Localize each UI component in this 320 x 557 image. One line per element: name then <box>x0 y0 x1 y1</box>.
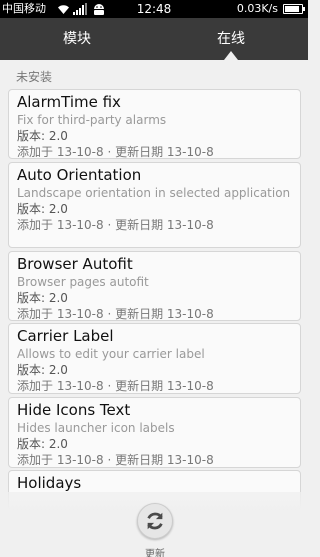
module-dates: 添加于 13-10-8 · 更新日期 13-10-8 <box>17 453 214 467</box>
tab-bar: 模块 在线 <box>0 18 308 60</box>
battery-icon <box>283 4 305 14</box>
refresh-button[interactable] <box>137 503 173 539</box>
module-version: 版本: 2.0 <box>17 363 68 377</box>
module-title: AlarmTime fix <box>17 93 121 111</box>
selected-tab-indicator-icon <box>224 51 238 60</box>
module-description: Browser pages autofit <box>17 275 149 289</box>
module-card[interactable]: Browser Autofit Browser pages autofit 版本… <box>8 251 301 321</box>
module-title: Auto Orientation <box>17 166 142 184</box>
module-card[interactable]: Carrier Label Allows to edit your carrie… <box>8 323 301 394</box>
module-description: Fix for third-party alarms <box>17 113 167 127</box>
network-speed: 0.03K/s <box>236 2 278 15</box>
module-title: Browser Autofit <box>17 255 133 273</box>
module-description: Allows to edit your carrier label <box>17 347 205 361</box>
module-card[interactable]: Auto Orientation Landscape orientation i… <box>8 162 301 248</box>
module-dates: 添加于 13-10-8 · 更新日期 13-10-8 <box>17 379 214 393</box>
module-dates: 添加于 13-10-8 · 更新日期 13-10-8 <box>17 218 214 232</box>
module-dates: 添加于 13-10-8 · 更新日期 13-10-8 <box>17 307 214 321</box>
module-card[interactable]: AlarmTime fix Fix for third-party alarms… <box>8 89 301 159</box>
module-version: 版本: 2.0 <box>17 202 68 216</box>
module-title: Hide Icons Text <box>17 401 131 419</box>
refresh-icon <box>147 512 163 530</box>
battery-level <box>285 6 299 12</box>
module-title: Carrier Label <box>17 327 114 345</box>
module-version: 版本: 2.0 <box>17 129 68 143</box>
module-version: 版本: 2.0 <box>17 291 68 305</box>
module-dates: 添加于 13-10-8 · 更新日期 13-10-8 <box>17 145 214 159</box>
tab-modules[interactable]: 模块 <box>0 18 154 60</box>
status-bar: 中国移动 12:48 0.03K/s <box>0 0 308 18</box>
module-description: Hides launcher icon labels <box>17 421 175 435</box>
refresh-label: 更新 <box>145 549 165 557</box>
module-title: Holidays <box>17 474 82 492</box>
module-version: 版本: 2.0 <box>17 437 68 451</box>
module-description: Landscape orientation in selected applic… <box>17 186 291 200</box>
section-header: 未安装 <box>16 70 53 84</box>
module-card[interactable]: Hide Icons Text Hides launcher icon labe… <box>8 397 301 468</box>
